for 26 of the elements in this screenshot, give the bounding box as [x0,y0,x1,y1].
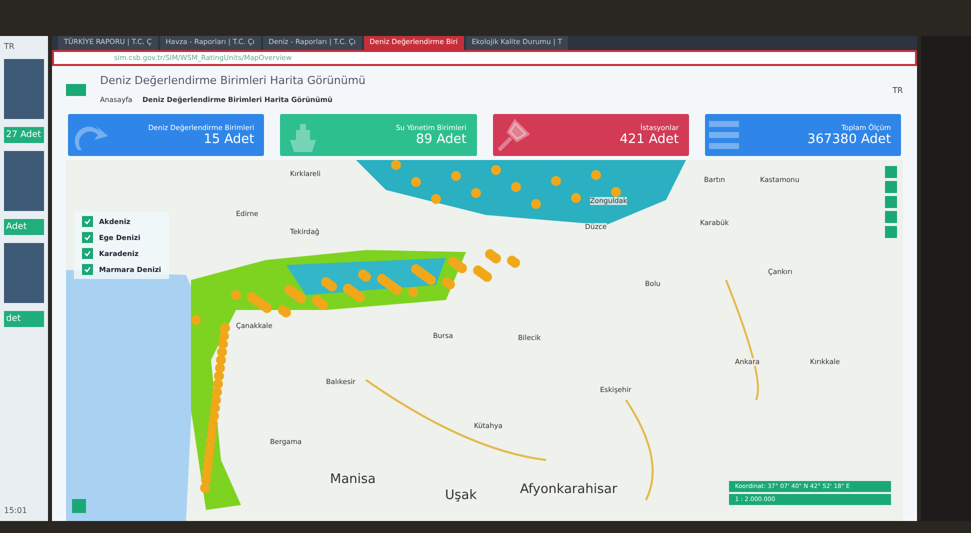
layer-checkbox[interactable] [82,216,93,227]
map-drawing[interactable] [66,160,903,521]
language-selector[interactable]: TR [4,42,44,51]
layer-checkbox[interactable] [82,248,93,259]
layer-checkbox[interactable] [82,232,93,243]
stat-value: 89 Adet [416,132,466,146]
map-tool-button[interactable] [885,226,897,238]
map-corner-button[interactable] [72,499,86,513]
map-tool-button[interactable] [885,181,897,193]
photo-placeholder [4,243,44,303]
map-place-label: Uşak [445,488,477,503]
map-tool-button[interactable] [885,196,897,208]
page-title: Deniz Değerlendirme Birimleri Harita Görünümü [100,74,366,87]
stat-value: 15 Adet [204,132,254,146]
map-tool-button[interactable] [885,211,897,223]
photo-placeholder [4,151,44,211]
stat-value: 367380 Adet [807,132,891,146]
layer-checkbox[interactable] [82,264,93,275]
probe-icon [496,118,530,152]
stat-value: 421 Adet [620,132,679,146]
photo-placeholder [4,59,44,119]
map-tool-button[interactable] [885,166,897,178]
language-selector[interactable]: TR [892,86,903,94]
logo-icon [66,84,86,96]
map-place-label: Afyonkarahisar [520,482,618,497]
clock-time: 15:01 [4,506,28,515]
